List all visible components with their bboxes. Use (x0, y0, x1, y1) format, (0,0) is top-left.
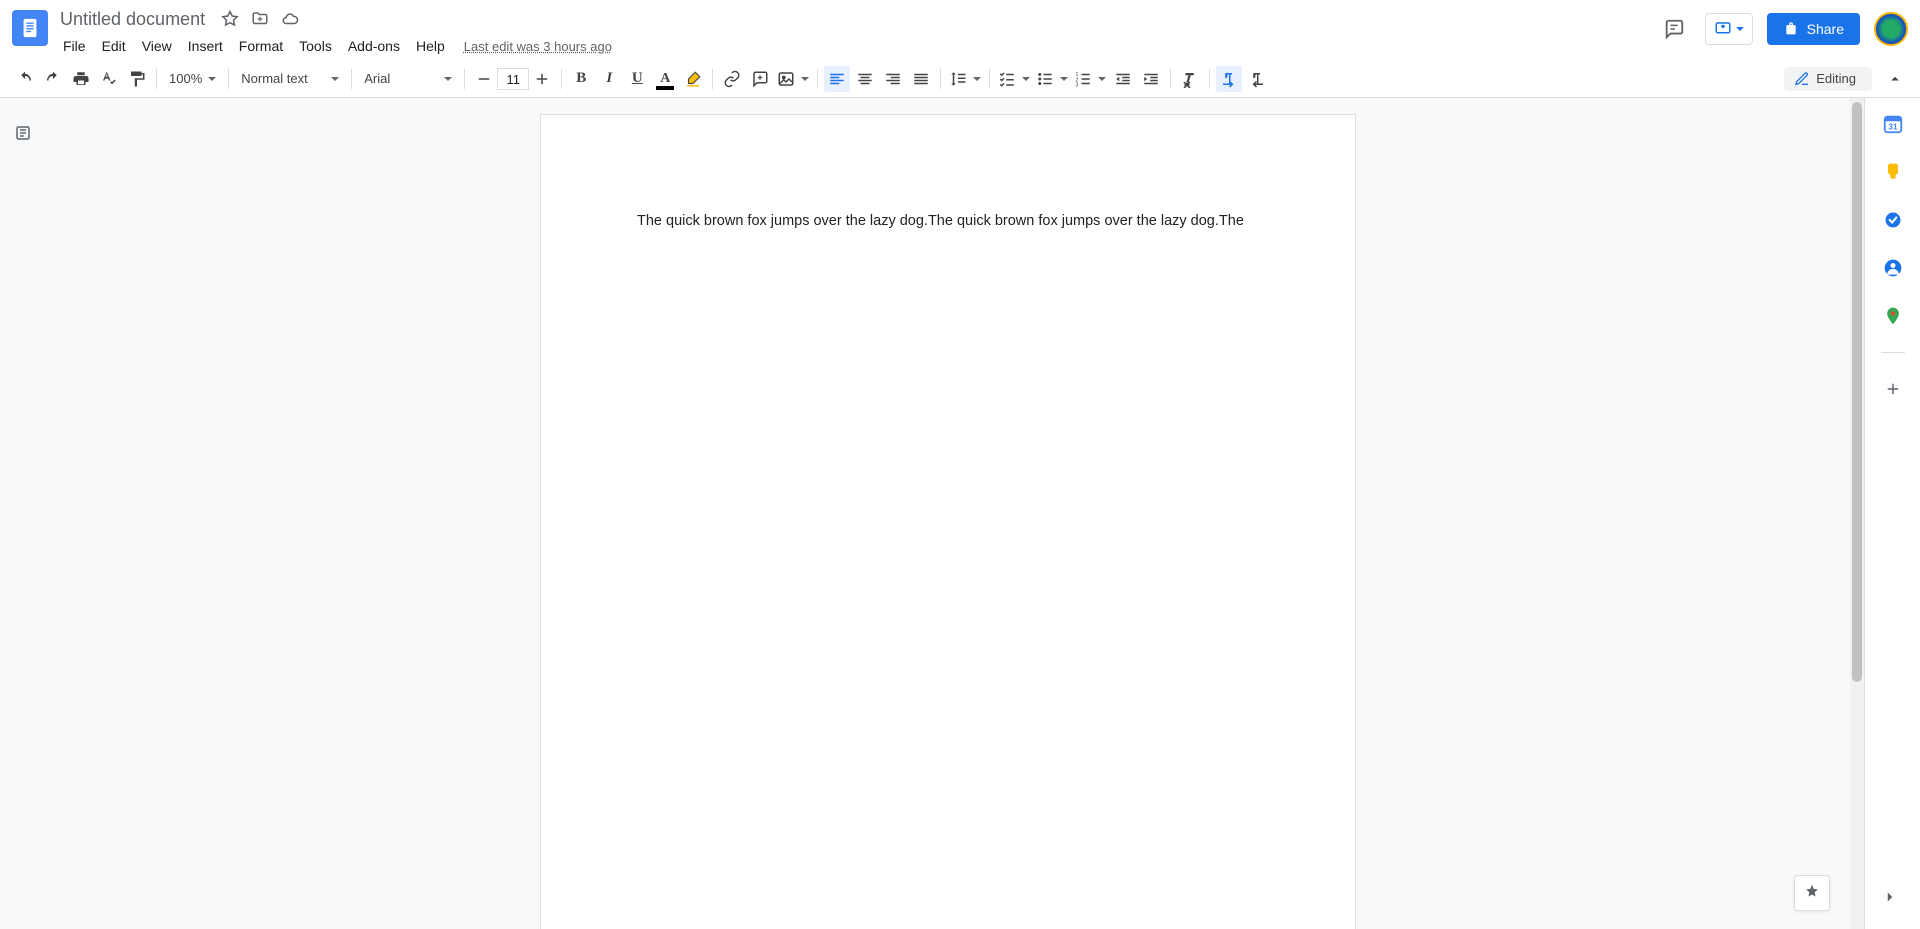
menubar: Untitled document File Edit View Insert … (0, 0, 1920, 60)
italic-button[interactable]: I (596, 66, 622, 92)
document-area[interactable]: The quick brown fox jumps over the lazy … (46, 98, 1850, 929)
editing-mode-select[interactable]: Editing (1784, 67, 1872, 91)
line-spacing-button[interactable] (947, 66, 983, 92)
paint-format-button[interactable] (124, 66, 150, 92)
cloud-status-icon[interactable] (281, 10, 299, 28)
keep-icon[interactable] (1881, 160, 1905, 184)
font-family-select[interactable]: Arial (358, 66, 458, 92)
menu-view[interactable]: View (135, 34, 179, 58)
align-center-button[interactable] (852, 66, 878, 92)
get-addons-icon[interactable] (1881, 377, 1905, 401)
menu-addons[interactable]: Add-ons (341, 34, 407, 58)
highlight-color-button[interactable] (680, 66, 706, 92)
present-button[interactable] (1705, 13, 1753, 45)
scrollbar-thumb[interactable] (1852, 102, 1862, 682)
align-left-button[interactable] (824, 66, 850, 92)
explore-button[interactable] (1794, 875, 1830, 911)
menu-insert[interactable]: Insert (181, 34, 230, 58)
insert-image-button[interactable] (775, 66, 811, 92)
align-justify-button[interactable] (908, 66, 934, 92)
fontsize-increment[interactable] (529, 66, 555, 92)
paragraph-style-select[interactable]: Normal text (235, 66, 345, 92)
checklist-button[interactable] (996, 66, 1032, 92)
text-color-button[interactable]: A (652, 66, 678, 92)
undo-button[interactable] (12, 66, 38, 92)
comment-history-icon[interactable] (1657, 12, 1691, 46)
share-button-label: Share (1807, 21, 1844, 37)
page-1[interactable]: The quick brown fox jumps over the lazy … (540, 114, 1356, 929)
document-body-text[interactable]: The quick brown fox jumps over the lazy … (637, 213, 1244, 229)
zoom-select[interactable]: 100% (163, 66, 222, 92)
insert-comment-button[interactable] (747, 66, 773, 92)
tasks-icon[interactable] (1881, 208, 1905, 232)
last-edit-link[interactable]: Last edit was 3 hours ago (464, 39, 612, 54)
share-button[interactable]: Share (1767, 13, 1860, 45)
fontsize-decrement[interactable] (471, 66, 497, 92)
hide-sidepanel-icon[interactable] (1878, 885, 1902, 909)
indent-increase-button[interactable] (1138, 66, 1164, 92)
account-avatar[interactable] (1874, 12, 1908, 46)
svg-text:3: 3 (1076, 82, 1079, 88)
font-family-value: Arial (364, 71, 390, 86)
zoom-value: 100% (169, 71, 202, 86)
spellcheck-button[interactable] (96, 66, 122, 92)
contacts-icon[interactable] (1881, 256, 1905, 280)
print-button[interactable] (68, 66, 94, 92)
toolbar: 100% Normal text Arial 11 B I U A (0, 60, 1920, 98)
align-right-button[interactable] (880, 66, 906, 92)
show-outline-button[interactable] (10, 120, 36, 146)
fontsize-input[interactable]: 11 (497, 68, 529, 90)
redo-button[interactable] (40, 66, 66, 92)
editing-mode-label: Editing (1816, 71, 1856, 86)
ltr-button[interactable] (1216, 66, 1242, 92)
menu-help[interactable]: Help (409, 34, 452, 58)
menu-edit[interactable]: Edit (95, 34, 133, 58)
hide-menus-button[interactable] (1882, 66, 1908, 92)
outline-gutter (0, 98, 46, 929)
menu-file[interactable]: File (56, 34, 93, 58)
menu-format[interactable]: Format (232, 34, 290, 58)
document-title[interactable]: Untitled document (56, 7, 209, 32)
side-panel: 31 (1864, 98, 1920, 929)
calendar-icon[interactable]: 31 (1881, 112, 1905, 136)
paragraph-style-value: Normal text (241, 71, 307, 86)
star-icon[interactable] (221, 10, 239, 28)
svg-text:31: 31 (1888, 123, 1898, 132)
bulleted-list-button[interactable] (1034, 66, 1070, 92)
menu-row: File Edit View Insert Format Tools Add-o… (56, 32, 1657, 60)
maps-icon[interactable] (1881, 304, 1905, 328)
bold-button[interactable]: B (568, 66, 594, 92)
rtl-button[interactable] (1244, 66, 1270, 92)
numbered-list-button[interactable]: 123 (1072, 66, 1108, 92)
vertical-scrollbar[interactable] (1850, 98, 1864, 929)
move-icon[interactable] (251, 10, 269, 28)
underline-button[interactable]: U (624, 66, 650, 92)
indent-decrease-button[interactable] (1110, 66, 1136, 92)
insert-link-button[interactable] (719, 66, 745, 92)
clear-formatting-button[interactable] (1177, 66, 1203, 92)
docs-home-icon[interactable] (12, 10, 48, 46)
menu-tools[interactable]: Tools (292, 34, 339, 58)
